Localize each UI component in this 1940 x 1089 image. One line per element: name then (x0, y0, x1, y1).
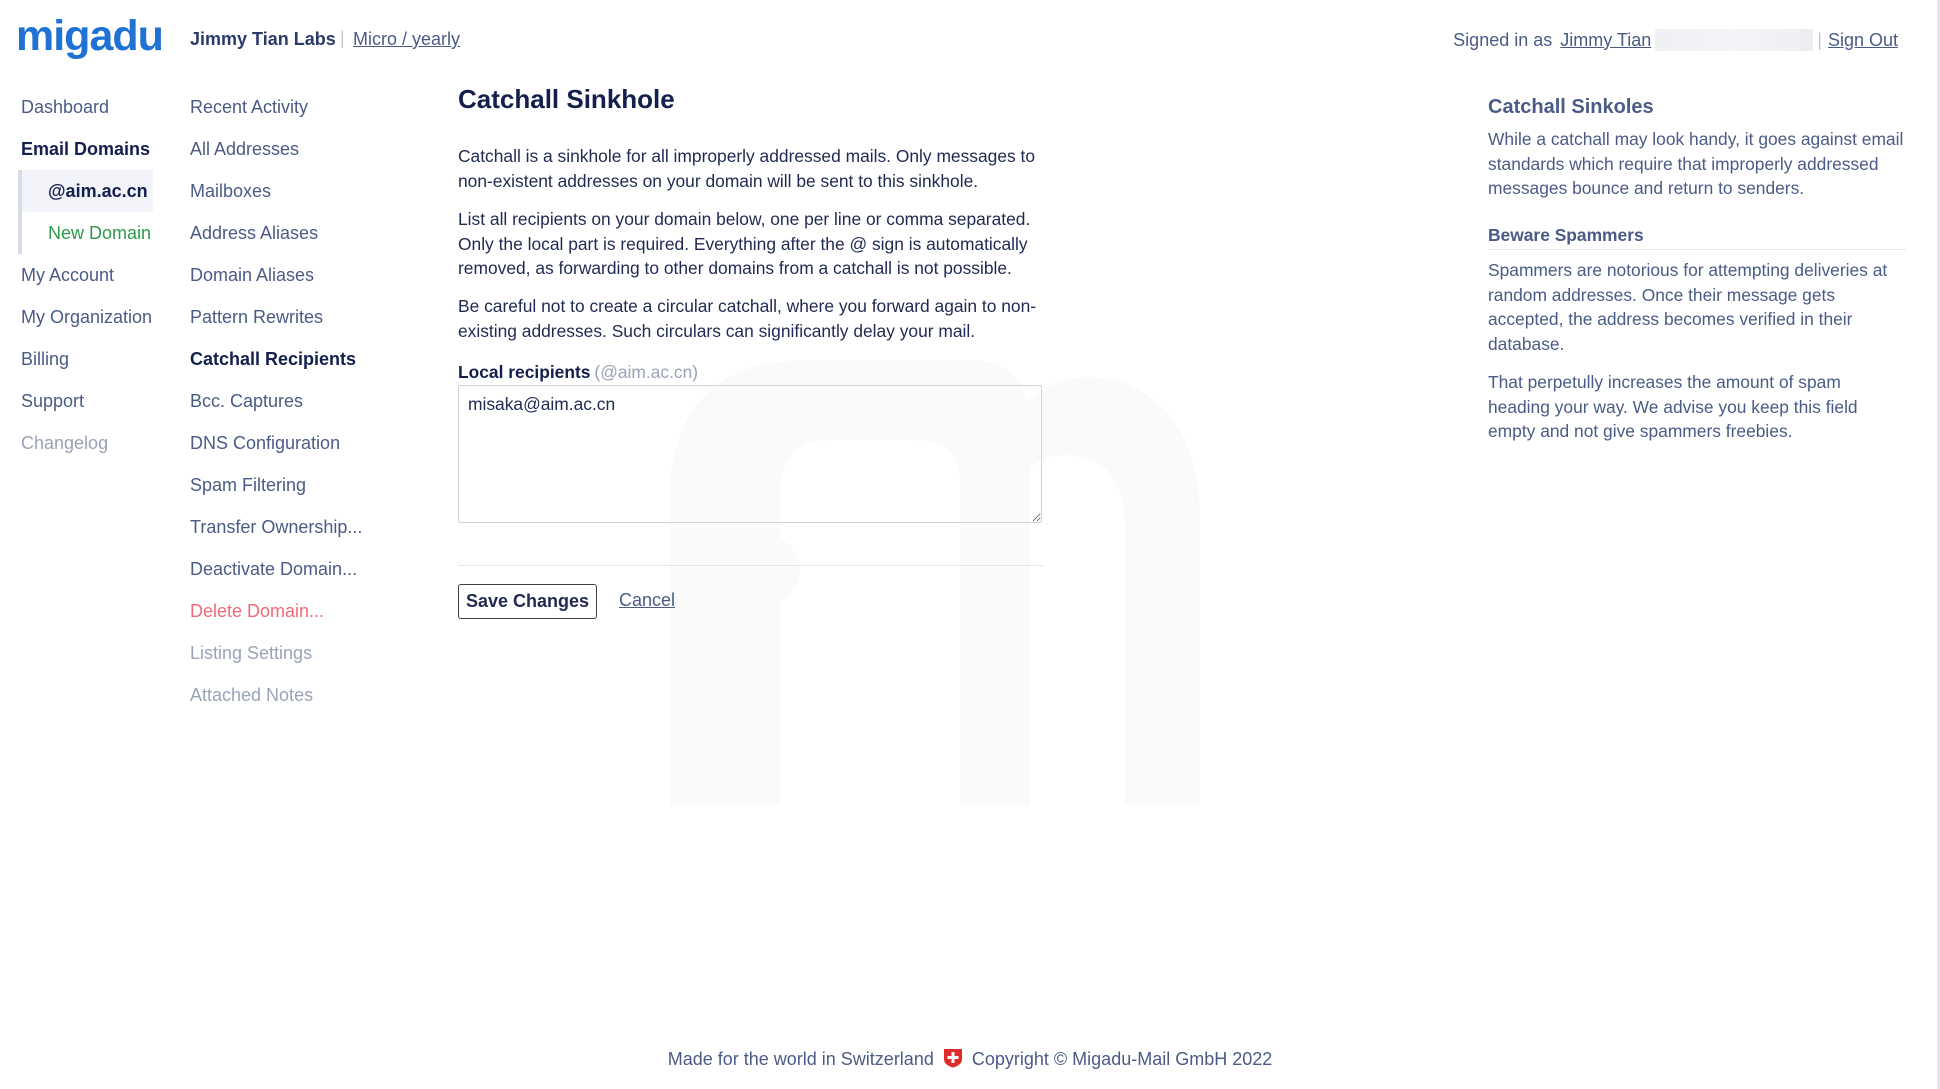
help-paragraph-2: Spammers are notorious for attempting de… (1488, 260, 1888, 354)
form-divider (458, 565, 1044, 566)
nav-support[interactable]: Support (0, 380, 175, 422)
redacted-email (1655, 29, 1814, 51)
signed-in-label: Signed in as (1453, 29, 1553, 50)
footer-copyright: Copyright © Migadu-Mail GmbH 2022 (971, 1049, 1273, 1069)
nav-dashboard[interactable]: Dashboard (0, 86, 175, 128)
nav-domain-aliases[interactable]: Domain Aliases (190, 254, 420, 296)
signout-separator: | (1817, 29, 1822, 50)
nav-mailboxes[interactable]: Mailboxes (190, 170, 420, 212)
nav-email-domains[interactable]: Email Domains (0, 128, 175, 170)
footer-made-in: Made for the world in Switzerland (667, 1049, 934, 1069)
nav-listing-settings[interactable]: Listing Settings (190, 632, 420, 674)
nav-bcc-captures[interactable]: Bcc. Captures (190, 380, 420, 422)
organization-name: Jimmy Tian Labs (190, 29, 336, 49)
svg-text:migadu: migadu (16, 14, 163, 60)
plan-separator: | (340, 28, 345, 48)
domain-hint: (@aim.ac.cn) (594, 362, 699, 382)
save-changes-button[interactable]: Save Changes (458, 584, 597, 619)
instructions-paragraph: List all recipients on your domain below… (458, 209, 1031, 278)
page-footer: Made for the world in Switzerland Copyri… (0, 1048, 1940, 1070)
warning-paragraph: Be careful not to create a circular catc… (458, 296, 1037, 341)
help-title: Catchall Sinkoles (1488, 96, 1654, 118)
swiss-flag-icon (943, 1049, 962, 1068)
help-subtitle: Beware Spammers (1488, 225, 1906, 250)
local-recipients-label-text: Local recipients (458, 362, 591, 382)
nav-deactivate-domain[interactable]: Deactivate Domain... (190, 548, 420, 590)
nav-spam-filtering[interactable]: Spam Filtering (190, 464, 420, 506)
intro-paragraph: Catchall is a sinkhole for all improperl… (458, 146, 1036, 191)
sign-out-link[interactable]: Sign Out (1828, 30, 1898, 51)
primary-navigation: Dashboard Email Domains @aim.ac.cn New D… (0, 86, 175, 464)
nav-all-addresses[interactable]: All Addresses (190, 128, 420, 170)
nav-attached-notes[interactable]: Attached Notes (190, 674, 420, 716)
plan-link[interactable]: Micro / yearly (353, 29, 460, 50)
nav-my-account[interactable]: My Account (0, 254, 175, 296)
signed-in-info: Signed in as Jimmy Tian | Sign Out (1453, 29, 1898, 51)
top-header: migadu Jimmy Tian Labs | Micro / yearly … (0, 0, 1940, 80)
nav-address-aliases[interactable]: Address Aliases (190, 212, 420, 254)
nav-changelog[interactable]: Changelog (0, 422, 175, 464)
domain-navigation: Recent Activity All Addresses Mailboxes … (190, 86, 420, 716)
nav-dns-configuration[interactable]: DNS Configuration (190, 422, 420, 464)
cancel-link[interactable]: Cancel (619, 590, 675, 611)
help-paragraph-3: That perpetully increases the amount of … (1488, 372, 1858, 441)
nav-my-organization[interactable]: My Organization (0, 296, 175, 338)
nav-billing[interactable]: Billing (0, 338, 175, 380)
user-profile-link[interactable]: Jimmy Tian (1560, 30, 1651, 51)
nav-transfer-ownership[interactable]: Transfer Ownership... (190, 506, 420, 548)
local-recipients-textarea[interactable]: misaka@aim.ac.cn (458, 385, 1042, 523)
help-paragraph-1: While a catchall may look handy, it goes… (1488, 129, 1904, 198)
nav-pattern-rewrites[interactable]: Pattern Rewrites (190, 296, 420, 338)
migadu-logo-icon[interactable]: migadu (16, 14, 172, 64)
nav-new-domain[interactable]: New Domain (18, 212, 175, 254)
nav-recent-activity[interactable]: Recent Activity (190, 86, 420, 128)
nav-domain-aim-ac-cn[interactable]: @aim.ac.cn (18, 170, 153, 212)
nav-delete-domain[interactable]: Delete Domain... (190, 590, 420, 632)
local-recipients-label: Local recipients (@aim.ac.cn) (458, 362, 698, 383)
nav-catchall-recipients[interactable]: Catchall Recipients (190, 338, 420, 380)
page-title: Catchall Sinkhole (458, 84, 675, 114)
